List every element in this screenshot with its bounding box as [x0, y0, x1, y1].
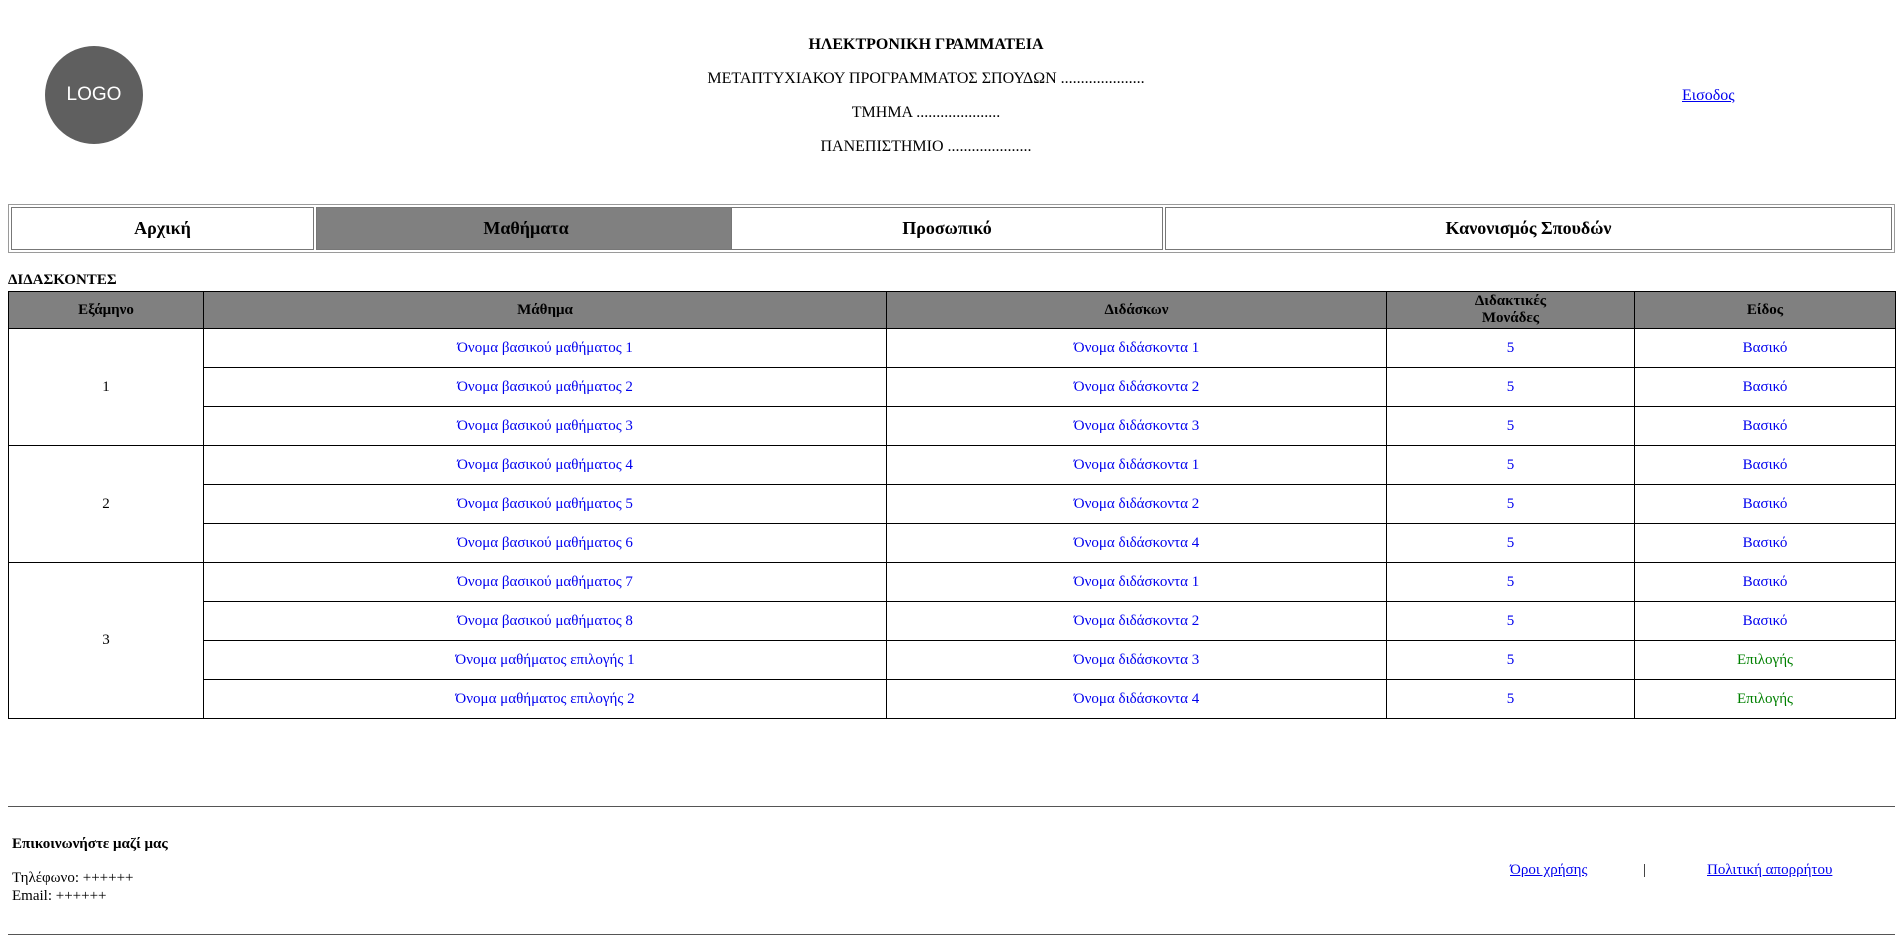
section-title: ΔΙΔΑΣΚΟΝΤΕΣ [8, 272, 117, 288]
teacher-link[interactable]: Όνομα διδάσκοντα 2 [886, 367, 1387, 407]
login-link[interactable]: Εισοδος [1682, 87, 1735, 105]
units-cell: 5 [1386, 601, 1635, 641]
type-cell: Επιλογής [1634, 679, 1896, 719]
column-header-teacher: Διδάσκων [886, 291, 1387, 329]
footer-divider-bottom [8, 934, 1895, 935]
units-cell: 5 [1386, 328, 1635, 368]
course-link[interactable]: Όνομα βασικού μαθήματος 1 [203, 328, 887, 368]
course-link[interactable]: Όνομα βασικού μαθήματος 7 [203, 562, 887, 602]
type-cell: Επιλογής [1634, 640, 1896, 680]
course-link[interactable]: Όνομα βασικού μαθήματος 6 [203, 523, 887, 563]
type-cell: Βασικό [1634, 328, 1896, 368]
type-cell: Βασικό [1634, 601, 1896, 641]
tab-home[interactable]: Αρχική [11, 207, 314, 250]
university-name: ΠΑΝΕΠΙΣΤΗΜΙΟ ..................... [820, 138, 1032, 155]
teacher-link[interactable]: Όνομα διδάσκοντα 4 [886, 679, 1387, 719]
type-cell: Βασικό [1634, 445, 1896, 485]
type-cell: Βασικό [1634, 484, 1896, 524]
course-link[interactable]: Όνομα βασικού μαθήματος 2 [203, 367, 887, 407]
type-cell: Βασικό [1634, 562, 1896, 602]
teacher-link[interactable]: Όνομα διδάσκοντα 1 [886, 445, 1387, 485]
teacher-link[interactable]: Όνομα διδάσκοντα 1 [886, 328, 1387, 368]
course-link[interactable]: Όνομα βασικού μαθήματος 3 [203, 406, 887, 446]
table-row: 3 Όνομα βασικού μαθήματος 7 Όνομα διδάσκον… [8, 562, 1896, 719]
units-cell: 5 [1386, 406, 1635, 446]
units-cell: 5 [1386, 562, 1635, 602]
table-row: Όνομα μαθήματος επιλογής 2 Όνομα διδάσκον… [9, 679, 1896, 719]
teacher-link[interactable]: Όνομα διδάσκοντα 4 [886, 523, 1387, 563]
teacher-link[interactable]: Όνομα διδάσκοντα 3 [886, 640, 1387, 680]
table-header-row: Εξάμηνο Μάθημα Διδάσκων Διδακτικές Μονάδ… [8, 291, 1896, 329]
column-header-semester: Εξάμηνο [8, 291, 204, 329]
table-row: Όνομα βασικού μαθήματος 2 Όνομα διδάσκοντ… [9, 367, 1896, 407]
table-row: Όνομα βασικού μαθήματος 8 Όνομα διδάσκοντ… [9, 601, 1896, 641]
units-cell: 5 [1386, 640, 1635, 680]
course-link[interactable]: Όνομα βασικού μαθήματος 5 [203, 484, 887, 524]
privacy-link[interactable]: Πολιτική απορρήτου [1707, 862, 1832, 879]
table-row: Όνομα μαθήματος επιλογής 1 Όνομα διδάσκον… [9, 640, 1896, 680]
course-link[interactable]: Όνομα βασικού μαθήματος 8 [203, 601, 887, 641]
contact-title: Επικοινωνήστε μαζί μας [12, 836, 168, 852]
tab-courses[interactable]: Μαθήματα [316, 207, 736, 250]
teacher-link[interactable]: Όνομα διδάσκοντα 2 [886, 601, 1387, 641]
tab-staff[interactable]: Προσωπικό [731, 207, 1163, 250]
terms-link[interactable]: Όροι χρήσης [1510, 862, 1587, 879]
type-cell: Βασικό [1634, 523, 1896, 563]
table-row: Όνομα βασικού μαθήματος 3 Όνομα διδάσκοντ… [9, 406, 1896, 446]
table-row: 2 Όνομα βασικού μαθήματος 4 Όνομα διδάσκον… [8, 445, 1896, 563]
column-header-type: Είδος [1634, 291, 1896, 329]
course-link[interactable]: Όνομα μαθήματος επιλογής 1 [203, 640, 887, 680]
type-cell: Βασικό [1634, 406, 1896, 446]
courses-table: Εξάμηνο Μάθημα Διδάσκων Διδακτικές Μονάδ… [8, 291, 1896, 719]
table-row: 1 Όνομα βασικού μαθήματος 1 Όνομα διδάσκον… [8, 328, 1896, 446]
contact-email: Email: ++++++ [12, 888, 107, 904]
type-cell: Βασικό [1634, 367, 1896, 407]
tab-regulations[interactable]: Κανονισμός Σπουδών [1165, 207, 1892, 250]
units-cell: 5 [1386, 484, 1635, 524]
units-cell: 5 [1386, 367, 1635, 407]
semester-cell: 2 [8, 445, 204, 563]
footer-divider-top [8, 806, 1895, 807]
teacher-link[interactable]: Όνομα διδάσκοντα 3 [886, 406, 1387, 446]
program-name: ΜΕΤΑΠΤΥΧΙΑΚΟΥ ΠΡΟΓΡΑΜΜΑΤΟΣ ΣΠΟΥΔΩΝ .....… [707, 70, 1145, 87]
units-cell: 5 [1386, 445, 1635, 485]
semester-cell: 3 [8, 562, 204, 719]
footer-separator: | [1643, 862, 1647, 878]
units-cell: 5 [1386, 679, 1635, 719]
teacher-link[interactable]: Όνομα διδάσκοντα 1 [886, 562, 1387, 602]
semester-cell: 1 [8, 328, 204, 446]
column-header-units: Διδακτικές Μονάδες [1386, 291, 1635, 329]
contact-phone: Τηλέφωνο: ++++++ [12, 870, 134, 886]
main-nav: Αρχική Μαθήματα Προσωπικό Κανονισμός Σπο… [8, 204, 1895, 253]
logo: LOGO [45, 46, 143, 144]
site-title: ΗΛΕΚΤΡΟΝΙΚΗ ΓΡΑΜΜΑΤΕΙΑ [808, 36, 1044, 53]
teacher-link[interactable]: Όνομα διδάσκοντα 2 [886, 484, 1387, 524]
department-name: ΤΜΗΜΑ ..................... [851, 104, 1001, 121]
course-link[interactable]: Όνομα μαθήματος επιλογής 2 [203, 679, 887, 719]
column-header-course: Μάθημα [203, 291, 887, 329]
table-row: Όνομα βασικού μαθήματος 5 Όνομα διδάσκοντ… [9, 484, 1896, 524]
course-link[interactable]: Όνομα βασικού μαθήματος 4 [203, 445, 887, 485]
table-row: Όνομα βασικού μαθήματος 6 Όνομα διδάσκοντ… [9, 523, 1896, 563]
units-cell: 5 [1386, 523, 1635, 563]
